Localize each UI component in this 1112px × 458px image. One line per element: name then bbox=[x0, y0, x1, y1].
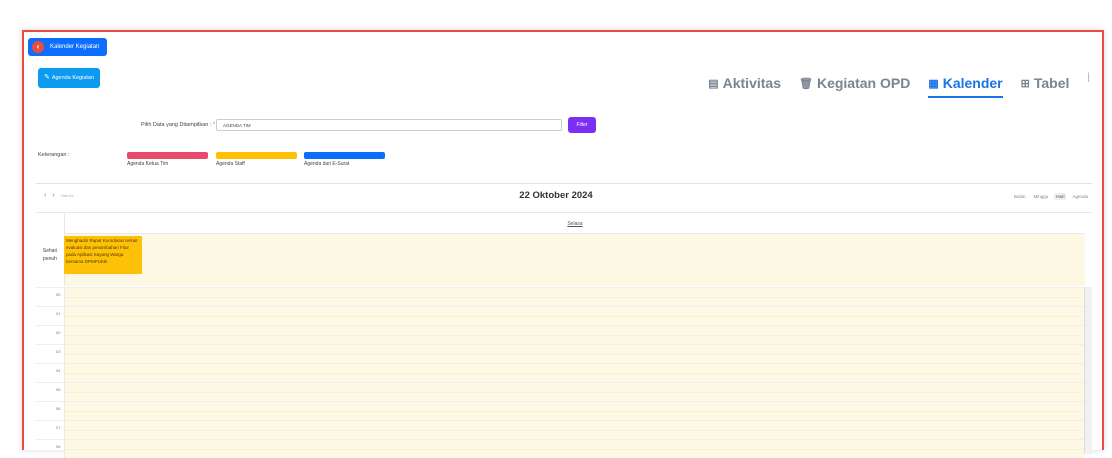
time-slot[interactable] bbox=[64, 402, 1084, 420]
page-canvas: ‹ Kalender Kegiatan ✎ Agenda Kegiatan ▤ A… bbox=[0, 0, 1112, 458]
view-tabs: ▤ Aktivitas 🗑 Kegiatan OPD ▦ Kalender ⊞ … bbox=[708, 72, 1090, 98]
time-slot[interactable] bbox=[64, 345, 1084, 363]
back-arrow-icon: ‹ bbox=[32, 41, 44, 53]
tab-kegiatan-opd[interactable]: 🗑 Kegiatan OPD bbox=[799, 72, 910, 94]
tab-tabel[interactable]: ⊞ Tabel bbox=[1021, 72, 1070, 94]
time-slot[interactable] bbox=[64, 364, 1084, 382]
hour-label: 00 bbox=[56, 292, 61, 297]
tab-label: Kegiatan OPD bbox=[816, 75, 911, 91]
hour-row: 03 bbox=[36, 344, 1092, 363]
filter-label: Pilih Data yang Ditampilkan : * bbox=[141, 122, 215, 128]
calendar-view-switcher: Bulan Minggu Hari Agenda bbox=[1012, 193, 1090, 200]
hour-label: 07 bbox=[56, 425, 61, 430]
hour-row: 02 bbox=[36, 325, 1092, 344]
add-agenda-label: Agenda Kegiatan bbox=[51, 75, 95, 81]
data-filter-select[interactable]: AGENDA TIM bbox=[216, 119, 562, 131]
hour-row: 06 bbox=[36, 401, 1092, 420]
day-header[interactable]: Selasa bbox=[64, 213, 1085, 234]
legend-text-staff: Agenda Staff bbox=[216, 161, 245, 167]
calendar-header-button[interactable]: ‹ Kalender Kegiatan bbox=[28, 38, 108, 56]
legend-bar-staff bbox=[216, 152, 297, 159]
hour-rows: 00 01 02 03 04 05 06 07 08 bbox=[36, 287, 1092, 458]
filter-button[interactable]: Filter bbox=[568, 117, 596, 133]
divider bbox=[36, 183, 1092, 184]
time-slot[interactable] bbox=[64, 288, 1084, 306]
time-slot[interactable] bbox=[64, 383, 1084, 401]
hour-label: 04 bbox=[56, 368, 61, 373]
time-slot[interactable] bbox=[64, 307, 1084, 325]
legend-bar-ketua-tim bbox=[127, 152, 208, 159]
time-slot[interactable] bbox=[64, 421, 1084, 439]
table-icon: ⊞ bbox=[1020, 77, 1030, 90]
hour-label: 02 bbox=[56, 330, 61, 335]
trash-icon: 🗑 bbox=[798, 77, 813, 90]
legend-text-e-surat: Agenda dari E-Surat bbox=[304, 161, 350, 167]
hour-label: 03 bbox=[56, 349, 61, 354]
header-title: Kalender Kegiatan bbox=[50, 44, 100, 50]
add-agenda-button[interactable]: ✎ Agenda Kegiatan bbox=[38, 68, 100, 88]
hour-row: 07 bbox=[36, 420, 1092, 439]
hour-label: 05 bbox=[56, 387, 61, 392]
list-icon: ▤ bbox=[708, 77, 719, 90]
hour-row: 04 bbox=[36, 363, 1092, 382]
allday-row[interactable] bbox=[64, 234, 1085, 286]
tab-label: Kalender bbox=[942, 75, 1003, 91]
required-mark: * bbox=[212, 122, 215, 128]
allday-label: Sehari penuh bbox=[42, 248, 58, 262]
view-bulan[interactable]: Bulan bbox=[1012, 193, 1028, 200]
tab-label: Tabel bbox=[1033, 75, 1070, 91]
hour-row: 00 bbox=[36, 287, 1092, 306]
calendar-grid: Selasa Sehari penuh Menghadiri Rapat Koo… bbox=[36, 212, 1092, 458]
legend-bar-e-surat bbox=[304, 152, 385, 159]
hour-label: 01 bbox=[56, 311, 61, 316]
hour-label: 08 bbox=[56, 444, 61, 449]
view-agenda[interactable]: Agenda bbox=[1070, 193, 1090, 200]
time-slot[interactable] bbox=[64, 440, 1084, 458]
hour-row: 08 bbox=[36, 439, 1092, 458]
legend-text-ketua-tim: Agenda Ketua Tim bbox=[127, 161, 169, 167]
time-slot[interactable] bbox=[64, 326, 1084, 344]
view-minggu[interactable]: Minggu bbox=[1031, 193, 1050, 200]
hour-label: 06 bbox=[56, 406, 61, 411]
hour-row: 01 bbox=[36, 306, 1092, 325]
filter-label-text: Pilih Data yang Ditampilkan : bbox=[141, 122, 212, 128]
calendar-scrollbar[interactable] bbox=[1084, 287, 1092, 454]
hour-row: 05 bbox=[36, 382, 1092, 401]
calendar-title: 22 Oktober 2024 bbox=[519, 190, 593, 201]
view-hari[interactable]: Hari bbox=[1054, 193, 1067, 200]
tabs-scroll-indicator: | bbox=[1087, 72, 1090, 83]
calendar-icon: ▦ bbox=[928, 77, 939, 90]
tab-aktivitas[interactable]: ▤ Aktivitas bbox=[708, 72, 781, 94]
legend-label: Keterangan : bbox=[38, 152, 70, 158]
tab-kalender[interactable]: ▦ Kalender bbox=[928, 72, 1003, 98]
tab-label: Aktivitas bbox=[722, 75, 781, 91]
calendar-event[interactable]: Menghadiri Rapat Koordinasi terkait eval… bbox=[64, 236, 142, 274]
pencil-icon: ✎ bbox=[43, 74, 50, 81]
